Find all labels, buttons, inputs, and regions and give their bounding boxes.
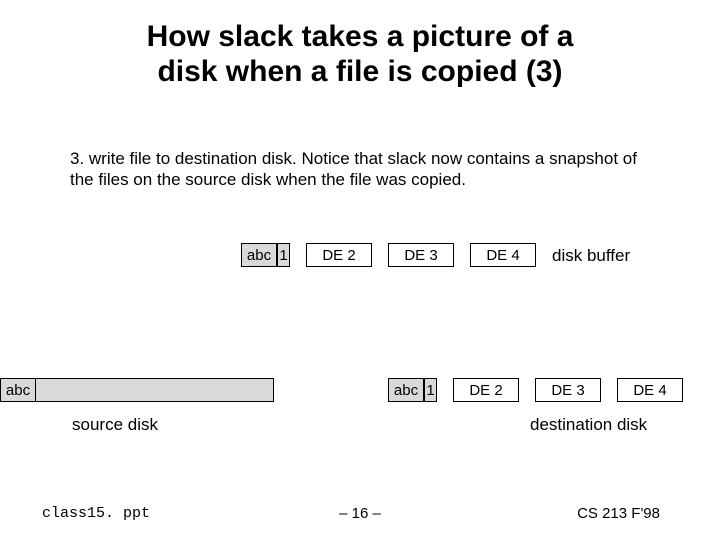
- disk-buffer-cell-de4: DE 4: [470, 243, 536, 267]
- destination-disk-label: destination disk: [530, 415, 647, 435]
- slide: How slack takes a picture of a disk when…: [0, 0, 720, 540]
- source-disk-label: source disk: [72, 415, 158, 435]
- destination-disk-cell-abc: abc: [388, 378, 424, 402]
- disk-buffer-cell-abc: abc: [241, 243, 277, 267]
- title-line-2: disk when a file is copied (3): [157, 55, 562, 88]
- source-disk-cell-abc: abc: [0, 378, 36, 402]
- destination-disk-cell-de3: DE 3: [535, 378, 601, 402]
- source-disk-slack: [36, 378, 274, 402]
- disk-buffer-cell-slack: 1: [277, 243, 290, 267]
- body-text: 3. write file to destination disk. Notic…: [70, 148, 650, 191]
- disk-buffer-cell-de2: DE 2: [306, 243, 372, 267]
- slide-title: How slack takes a picture of a disk when…: [0, 20, 720, 89]
- title-line-1: How slack takes a picture of a: [147, 20, 574, 53]
- destination-disk-cell-de4: DE 4: [617, 378, 683, 402]
- disk-buffer-cell-de3: DE 3: [388, 243, 454, 267]
- footer: class15. ppt – 16 – CS 213 F'98: [0, 502, 720, 522]
- destination-disk-cell-slack: 1: [424, 378, 437, 402]
- footer-course: CS 213 F'98: [577, 505, 660, 522]
- disk-buffer-label: disk buffer: [552, 246, 630, 266]
- destination-disk-cell-de2: DE 2: [453, 378, 519, 402]
